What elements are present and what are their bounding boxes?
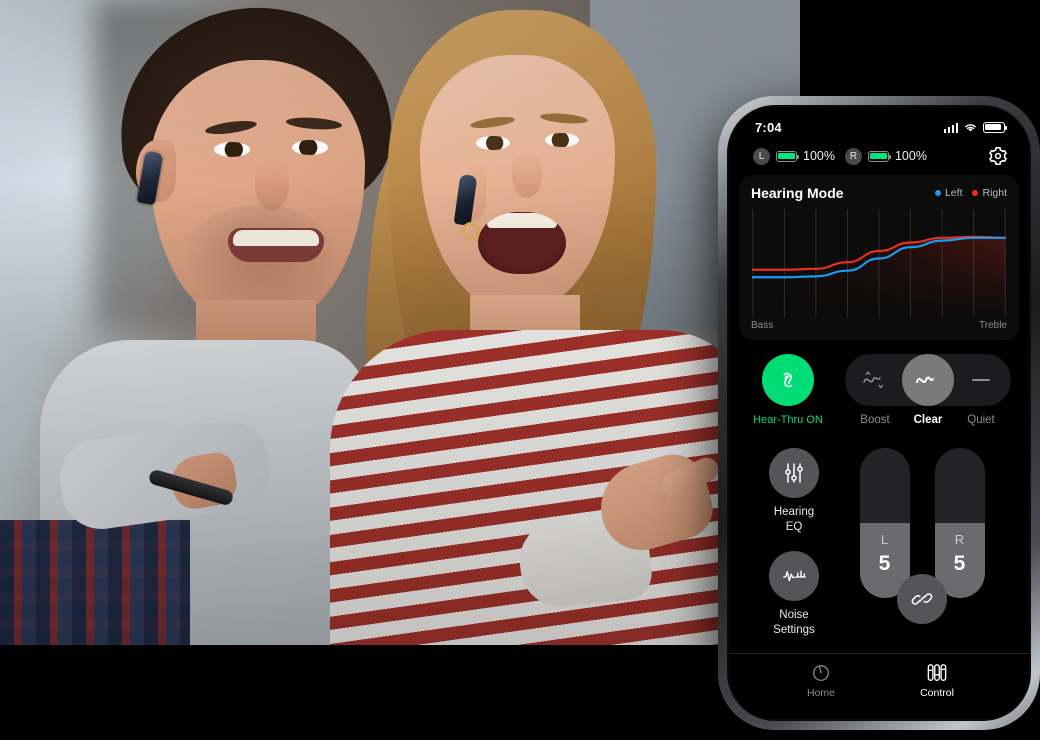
hearing-card-header: Hearing Mode Left Right: [751, 185, 1007, 201]
home-circle-icon: [813, 665, 829, 681]
tab-home[interactable]: Home: [763, 663, 879, 719]
axis-label-bass: Bass: [751, 320, 774, 331]
noise-settings-label: Noise Settings: [773, 608, 815, 638]
tab-home-label: Home: [806, 687, 835, 699]
noise-settings-label-line1: Noise: [779, 608, 809, 621]
eq-chart-svg: [751, 209, 1007, 317]
earbud-right-battery-label: 100%: [894, 149, 927, 163]
lifestyle-photo: [0, 0, 800, 645]
link-chain-icon: [911, 593, 933, 605]
flat-line-icon: [972, 379, 990, 381]
battery-icon: [983, 121, 1007, 133]
earbud-battery-row: L 100% R 100%: [729, 141, 1029, 175]
earbud-left-battery-label: 100%: [803, 149, 835, 163]
earbud-left-status: L 100%: [753, 147, 835, 165]
hearing-eq-circle: [769, 448, 819, 498]
slider-right-value: 5: [953, 552, 966, 575]
hearing-eq-label-line1: Hearing: [773, 506, 815, 518]
eq-curve-chart[interactable]: [751, 209, 1007, 317]
chart-axis-labels: Bass Treble: [751, 320, 1007, 331]
earbud-right-badge: R: [844, 147, 862, 165]
phone-screen: 7:04 L 100% R 100% Hearing Mode Left Rig…: [729, 107, 1029, 719]
mode-button-clear[interactable]: [902, 354, 954, 406]
noise-settings-circle: [769, 550, 819, 601]
legend-dot-left: [934, 190, 941, 196]
slider-left-value: 5: [878, 552, 891, 575]
photo-color-grade: [0, 0, 800, 645]
noise-settings-label-line2: Settings: [773, 623, 815, 636]
volume-sliders: L 5 R 5: [837, 448, 1007, 646]
hearing-card-title: Hearing Mode: [751, 185, 844, 201]
legend-item-left: Left: [934, 187, 963, 199]
gear-icon[interactable]: [987, 145, 1009, 167]
mode-label-boost: Boost: [860, 414, 890, 426]
waveform-icon: [783, 570, 806, 582]
hear-thru-button[interactable]: Hear-Thru ON: [749, 354, 827, 426]
slider-left[interactable]: L 5: [859, 448, 910, 598]
hearing-eq-button[interactable]: Hearing EQ: [769, 448, 819, 535]
chart-legend: Left Right: [934, 187, 1007, 199]
status-icons: [943, 121, 1007, 133]
slider-right[interactable]: R 5: [934, 448, 985, 598]
hearing-mode-card: Hearing Mode Left Right Bass Treble: [739, 175, 1019, 340]
earbud-left-badge: L: [753, 147, 770, 165]
hear-thru-label: Hear-Thru ON: [753, 414, 823, 426]
slider-right-channel: R: [954, 532, 965, 547]
earbud-right-battery-icon: [867, 150, 891, 162]
hearing-eq-label-line2: EQ: [785, 520, 803, 533]
phone-bezel: 7:04 L 100% R 100% Hearing Mode Left Rig…: [727, 105, 1031, 721]
link-channels-button[interactable]: [897, 574, 947, 624]
legend-dot-right: [972, 190, 979, 196]
status-bar: 7:04: [729, 107, 1029, 141]
control-section: Hearing EQ Noise Settings L 5 R 5: [729, 432, 1029, 646]
mode-label-clear: Clear: [913, 414, 943, 426]
legend-label-left: Left: [944, 187, 963, 199]
tab-control-label: Control: [920, 687, 954, 699]
mode-label-quiet: Quiet: [967, 414, 995, 426]
slider-left-channel: L: [880, 532, 889, 547]
mode-group: [845, 354, 1011, 406]
legend-item-right: Right: [972, 187, 1007, 199]
hear-thru-icon: [783, 372, 793, 388]
hearing-eq-label: Hearing EQ: [774, 505, 814, 535]
screenshot-root: 7:04 L 100% R 100% Hearing Mode Left Rig…: [0, 0, 1040, 740]
phone-device: 7:04 L 100% R 100% Hearing Mode Left Rig…: [718, 96, 1040, 730]
mode-selector: Boost Clear Quiet: [845, 354, 1011, 426]
wave-clear-icon: [916, 376, 934, 383]
wave-boost-icon: [863, 371, 884, 389]
noise-settings-button[interactable]: Noise Settings: [769, 550, 819, 638]
axis-label-treble: Treble: [979, 320, 1007, 331]
status-time: 7:04: [755, 119, 782, 135]
mode-row: Hear-Thru ON Boost Clear Quiet: [729, 340, 1029, 432]
bottom-tab-bar: Home Control: [729, 653, 1029, 719]
earbud-left-battery-icon: [776, 150, 799, 162]
legend-label-right: Right: [982, 187, 1007, 199]
earbud-right-status: R 100%: [844, 147, 927, 165]
equalizer-sliders-icon: [785, 463, 803, 483]
wifi-icon: [965, 123, 976, 132]
faders-icon: [927, 664, 947, 681]
shortcut-column: Hearing EQ Noise Settings: [751, 448, 837, 646]
mode-button-quiet[interactable]: [955, 354, 1007, 406]
signal-bars-icon: [943, 122, 958, 133]
hear-thru-circle: [762, 354, 814, 406]
mode-labels: Boost Clear Quiet: [845, 406, 1011, 426]
mode-button-boost[interactable]: [849, 354, 901, 406]
tab-control[interactable]: Control: [879, 663, 995, 719]
